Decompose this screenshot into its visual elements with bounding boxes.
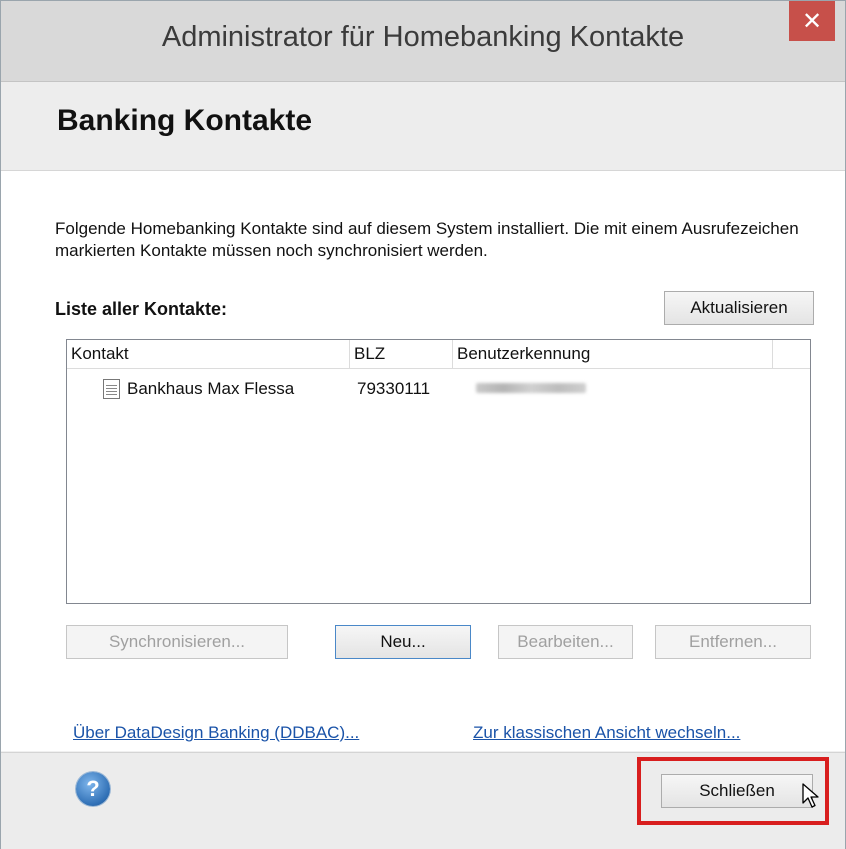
footer-bar: ? Schließen	[1, 752, 845, 849]
title-bar: Administrator für Homebanking Kontakte ✕	[1, 1, 845, 82]
column-header-blz[interactable]: BLZ	[350, 340, 453, 368]
refresh-button[interactable]: Aktualisieren	[664, 291, 814, 325]
help-icon[interactable]: ?	[76, 772, 110, 806]
help-glyph: ?	[86, 776, 100, 801]
window-title: Administrator für Homebanking Kontakte	[161, 21, 685, 53]
content-area: Folgende Homebanking Kontakte sind auf d…	[1, 171, 845, 751]
edit-button[interactable]: Bearbeiten...	[498, 625, 633, 659]
sync-button[interactable]: Synchronisieren...	[66, 625, 288, 659]
page-title: Banking Kontakte	[57, 104, 313, 137]
contact-name: Bankhaus Max Flessa	[127, 379, 295, 398]
blurred-user-id	[476, 383, 586, 393]
intro-text: Folgende Homebanking Kontakte sind auf d…	[55, 219, 799, 260]
dialog-window: Administrator für Homebanking Kontakte ✕…	[0, 0, 846, 849]
contact-blz: 79330111	[357, 379, 431, 398]
close-button[interactable]: Schließen	[661, 774, 813, 808]
column-header-kontakt[interactable]: Kontakt	[67, 340, 350, 368]
close-window-button[interactable]: ✕	[789, 1, 835, 41]
contacts-listview[interactable]: Kontakt BLZ Benutzerkennung Bankhaus Max…	[66, 339, 811, 604]
close-icon: ✕	[801, 7, 823, 35]
about-ddbac-link[interactable]: Über DataDesign Banking (DDBAC)...	[73, 723, 359, 743]
document-icon	[103, 379, 120, 399]
header-band: Banking Kontakte	[1, 82, 845, 171]
new-button[interactable]: Neu...	[335, 625, 471, 659]
mouse-cursor-icon	[802, 783, 819, 808]
list-item[interactable]: Bankhaus Max Flessa 79330111	[67, 376, 810, 402]
listview-header: Kontakt BLZ Benutzerkennung	[67, 340, 810, 369]
classic-view-link[interactable]: Zur klassischen Ansicht wechseln...	[473, 723, 740, 743]
contact-list-label: Liste aller Kontakte:	[55, 299, 228, 319]
column-header-benutzerkennung[interactable]: Benutzerkennung	[453, 340, 773, 368]
remove-button[interactable]: Entfernen...	[655, 625, 811, 659]
